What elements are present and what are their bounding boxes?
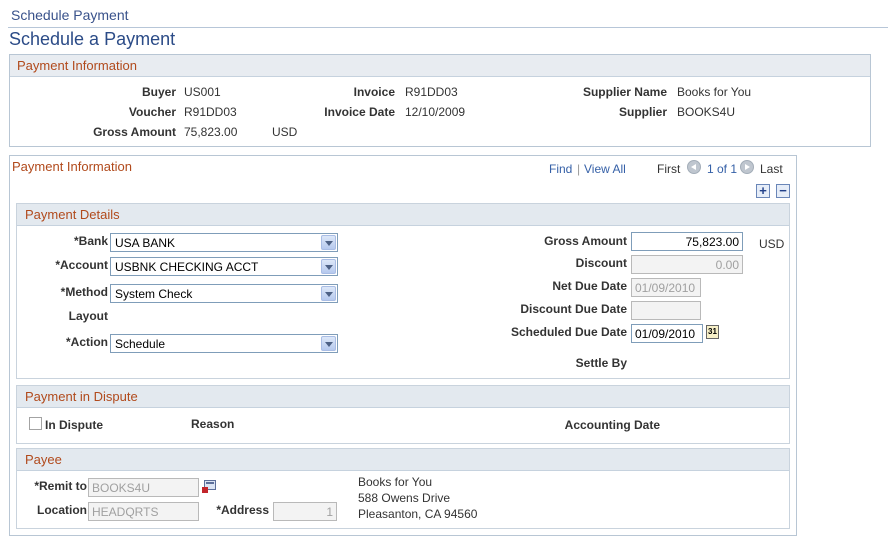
payment-information-scroll-area: Payment Information Find | View All Firs…: [9, 155, 797, 536]
invoice-value: R91DD03: [405, 85, 458, 99]
action-selected-value: Schedule: [115, 337, 166, 351]
previous-row-icon[interactable]: [687, 160, 701, 174]
in-dispute-checkbox[interactable]: [29, 417, 42, 430]
breadcrumb[interactable]: Schedule Payment: [11, 7, 129, 23]
currency-value: USD: [272, 125, 298, 139]
location-field: HEADQRTS: [88, 502, 199, 521]
settle-by-label: Settle By: [575, 356, 627, 370]
gross-amount-label: Gross Amount: [93, 125, 176, 139]
account-select[interactable]: USBNK CHECKING ACCT: [110, 257, 338, 276]
delete-row-button[interactable]: −: [776, 184, 790, 198]
last-label: Last: [760, 162, 783, 176]
invoice-date-label: Invoice Date: [324, 105, 395, 119]
bank-selected-value: USA BANK: [115, 236, 176, 250]
breadcrumb-divider: [8, 27, 888, 28]
supplier-name-value: Books for You: [677, 85, 752, 99]
net-due-date-field: 01/09/2010: [631, 278, 701, 297]
in-dispute-label: In Dispute: [45, 418, 104, 432]
add-row-button[interactable]: +: [756, 184, 770, 198]
supplier-value: BOOKS4U: [677, 105, 736, 119]
address-line-1: Books for You: [358, 475, 433, 489]
section-header: Payee: [17, 449, 789, 471]
discount-due-date-field: [631, 301, 701, 320]
first-label: First: [657, 162, 681, 176]
discount-field: 0.00: [631, 255, 743, 274]
voucher-label: Voucher: [128, 105, 176, 119]
discount-label: Discount: [575, 256, 627, 270]
address-label: *Address: [216, 503, 269, 517]
voucher-value: R91DD03: [184, 105, 237, 119]
invoice-date-value: 12/10/2009: [405, 105, 466, 119]
next-row-icon[interactable]: [740, 160, 754, 174]
chevron-down-icon[interactable]: [321, 235, 336, 250]
payment-information-summary: Payment Information Buyer US001 Voucher …: [9, 54, 871, 147]
payment-in-dispute-section: Payment in Dispute In Dispute Reason Acc…: [16, 385, 790, 444]
layout-label: Layout: [68, 309, 108, 323]
gross-amount-label: Gross Amount: [544, 234, 627, 248]
address-field: 1: [273, 502, 337, 521]
method-select[interactable]: System Check: [110, 284, 338, 303]
lookup-icon[interactable]: [202, 480, 217, 494]
bank-select[interactable]: USA BANK: [110, 233, 338, 252]
net-due-date-label: Net Due Date: [552, 279, 627, 293]
reason-label: Reason: [191, 417, 235, 431]
find-link[interactable]: Find: [549, 162, 572, 176]
payee-section: Payee *Remit to BOOKS4U Location HEADQRT…: [16, 448, 790, 529]
location-label: Location: [37, 503, 87, 517]
account-label: *Account: [55, 258, 108, 272]
method-label: *Method: [60, 285, 108, 299]
page-title: Schedule a Payment: [9, 29, 176, 49]
chevron-down-icon[interactable]: [321, 286, 336, 301]
invoice-label: Invoice: [353, 85, 395, 99]
account-selected-value: USBNK CHECKING ACCT: [115, 260, 259, 274]
scheduled-due-date-field[interactable]: 01/09/2010: [631, 324, 703, 343]
chevron-down-icon[interactable]: [321, 336, 336, 351]
link-separator: |: [577, 162, 581, 176]
section-header: Payment Details: [17, 204, 789, 226]
address-line-3: Pleasanton, CA 94560: [358, 507, 478, 521]
bank-label: *Bank: [73, 234, 108, 248]
remit-to-label: *Remit to: [34, 479, 87, 493]
chevron-down-icon[interactable]: [321, 259, 336, 274]
lookup-arrow-glyph: [202, 487, 208, 493]
remit-to-field: BOOKS4U: [88, 478, 199, 497]
section-header: Payment Information: [10, 55, 870, 77]
section-header: Payment in Dispute: [17, 386, 789, 408]
discount-due-date-label: Discount Due Date: [520, 302, 627, 316]
calendar-icon[interactable]: 31: [706, 325, 719, 339]
supplier-label: Supplier: [618, 105, 667, 119]
method-selected-value: System Check: [115, 287, 193, 301]
gross-amount-field[interactable]: 75,823.00: [631, 232, 743, 251]
supplier-name-label: Supplier Name: [582, 85, 667, 99]
view-all-link[interactable]: View All: [584, 162, 626, 176]
accounting-date-label: Accounting Date: [564, 418, 660, 432]
address-line-2: 588 Owens Drive: [358, 491, 451, 505]
action-label: *Action: [66, 335, 108, 349]
row-count: 1 of 1: [707, 162, 738, 176]
buyer-value: US001: [184, 85, 221, 99]
buyer-label: Buyer: [141, 85, 176, 99]
action-select[interactable]: Schedule: [110, 334, 338, 353]
payment-details-section: Payment Details *Bank USA BANK *Account …: [16, 203, 790, 379]
scheduled-due-date-label: Scheduled Due Date: [510, 325, 627, 339]
gross-amount-value: 75,823.00: [184, 125, 238, 139]
currency-value: USD: [759, 237, 785, 251]
